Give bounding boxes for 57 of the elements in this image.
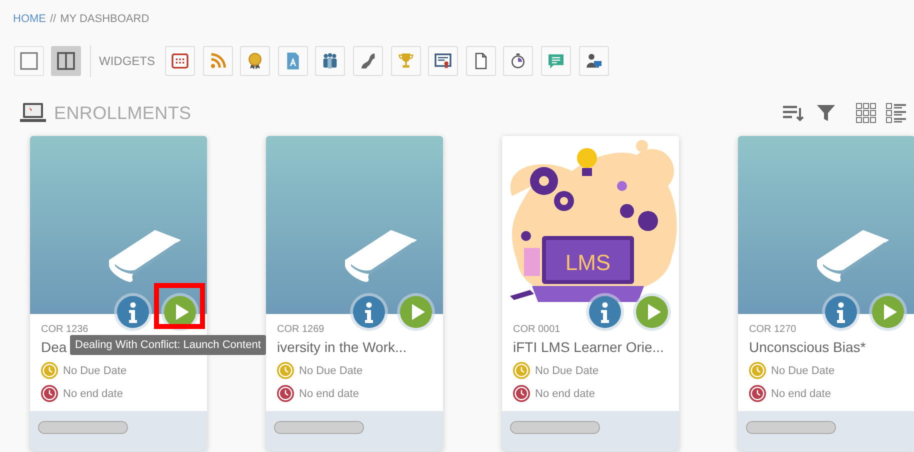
play-button[interactable]: [161, 293, 199, 331]
info-button[interactable]: [586, 293, 624, 331]
info-button[interactable]: [114, 293, 152, 331]
breadcrumb-current: MY DASHBOARD: [60, 13, 150, 25]
due-date: No Due Date: [771, 364, 835, 376]
grid-view-button[interactable]: [856, 103, 876, 123]
due-date: No Due Date: [63, 364, 127, 376]
end-date: No end date: [771, 388, 831, 400]
play-button[interactable]: [869, 293, 907, 331]
due-date: No Due Date: [535, 364, 599, 376]
calendar-icon: [170, 51, 190, 71]
single-panel-icon: [20, 52, 38, 70]
clock-icon: [513, 385, 530, 402]
sort-button[interactable]: [782, 104, 806, 122]
clock-icon: [749, 362, 766, 379]
course-title: iFTI LMS Learner Orie...: [513, 339, 664, 355]
info-button[interactable]: [822, 293, 860, 331]
widget-button[interactable]: [315, 46, 346, 76]
certificate-icon: [433, 51, 454, 71]
course-code: COR 1236: [41, 324, 90, 335]
clock-icon: [41, 362, 58, 379]
clock-icon: [513, 362, 530, 379]
play-button[interactable]: [633, 293, 671, 331]
two-column-button[interactable]: [51, 46, 81, 76]
play-button[interactable]: [397, 293, 435, 331]
course-title: Dea: [41, 339, 67, 355]
widget-button[interactable]: [578, 46, 609, 76]
info-button[interactable]: [350, 293, 388, 331]
clock-icon: [41, 385, 58, 402]
end-date: No end date: [63, 388, 123, 400]
widget-button[interactable]: [428, 46, 458, 76]
widget-button[interactable]: [240, 46, 270, 76]
breadcrumb-separator: //: [50, 13, 56, 25]
list-view-button[interactable]: [886, 103, 906, 123]
course-code: COR 0001: [513, 324, 562, 335]
laptop-icon: [20, 101, 46, 125]
tooltip: Dealing With Conflict: Launch Content: [70, 335, 266, 355]
widgets-label: WIDGETS: [99, 54, 155, 68]
filter-button[interactable]: [816, 103, 836, 123]
widget-button[interactable]: [466, 46, 496, 76]
widget-button[interactable]: [352, 46, 383, 76]
course-title: Unconscious Bias*: [749, 339, 866, 355]
clock-icon: [277, 362, 294, 379]
home-link[interactable]: HOME: [13, 13, 46, 25]
clock-icon: [277, 385, 294, 402]
section-title: ENROLLMENTS: [54, 102, 192, 124]
end-date: No end date: [299, 388, 359, 400]
course-title: iversity in the Work...: [277, 339, 407, 355]
widget-button[interactable]: [165, 46, 195, 76]
due-date: No Due Date: [299, 364, 363, 376]
two-panel-icon: [57, 52, 75, 70]
clock-icon: [749, 385, 766, 402]
widget-button[interactable]: [503, 46, 534, 76]
single-column-button[interactable]: [14, 46, 44, 76]
end-date: No end date: [535, 388, 595, 400]
course-code: COR 1270: [749, 324, 798, 335]
course-code: COR 1269: [277, 324, 326, 335]
